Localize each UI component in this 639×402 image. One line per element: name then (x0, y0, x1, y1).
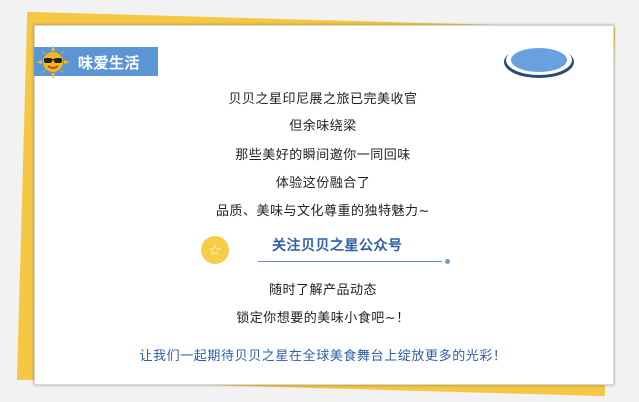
star-icon: ☆ (208, 241, 222, 259)
intro-line-3: 那些美好的瞬间邀你一同回味 (235, 148, 411, 163)
sun-with-sunglasses-icon (36, 45, 70, 79)
intro-line-1: 贝贝之星印尼展之旅已完美收官 (228, 92, 418, 107)
intro-line-4: 体验这份融合了 (275, 176, 371, 191)
intro-line-5: 品质、美味与文化尊重的独特魅力~ (216, 204, 430, 219)
follow-line-1: 随时了解产品动态 (268, 283, 377, 298)
intro-line-2: 但余味绕梁 (289, 119, 357, 134)
oval-ring-icon (504, 45, 574, 78)
follow-badge: ☆ (201, 236, 229, 264)
poster: 味爱生活 贝贝之星印尼展之旅已完美收官 但余味绕梁 那些美好的瞬间邀你一同回味 … (0, 0, 639, 402)
closing-line: 让我们一起期待贝贝之星在全球美食舞台上绽放更多的光彩！ (139, 349, 507, 364)
decor-dot (445, 259, 450, 264)
follow-line-2: 锁定你想要的美味小食吧~！ (236, 311, 410, 326)
follow-heading: 关注贝贝之星公众号 (272, 238, 403, 254)
header-title: 味爱生活 (78, 54, 141, 72)
follow-underline (258, 261, 442, 262)
